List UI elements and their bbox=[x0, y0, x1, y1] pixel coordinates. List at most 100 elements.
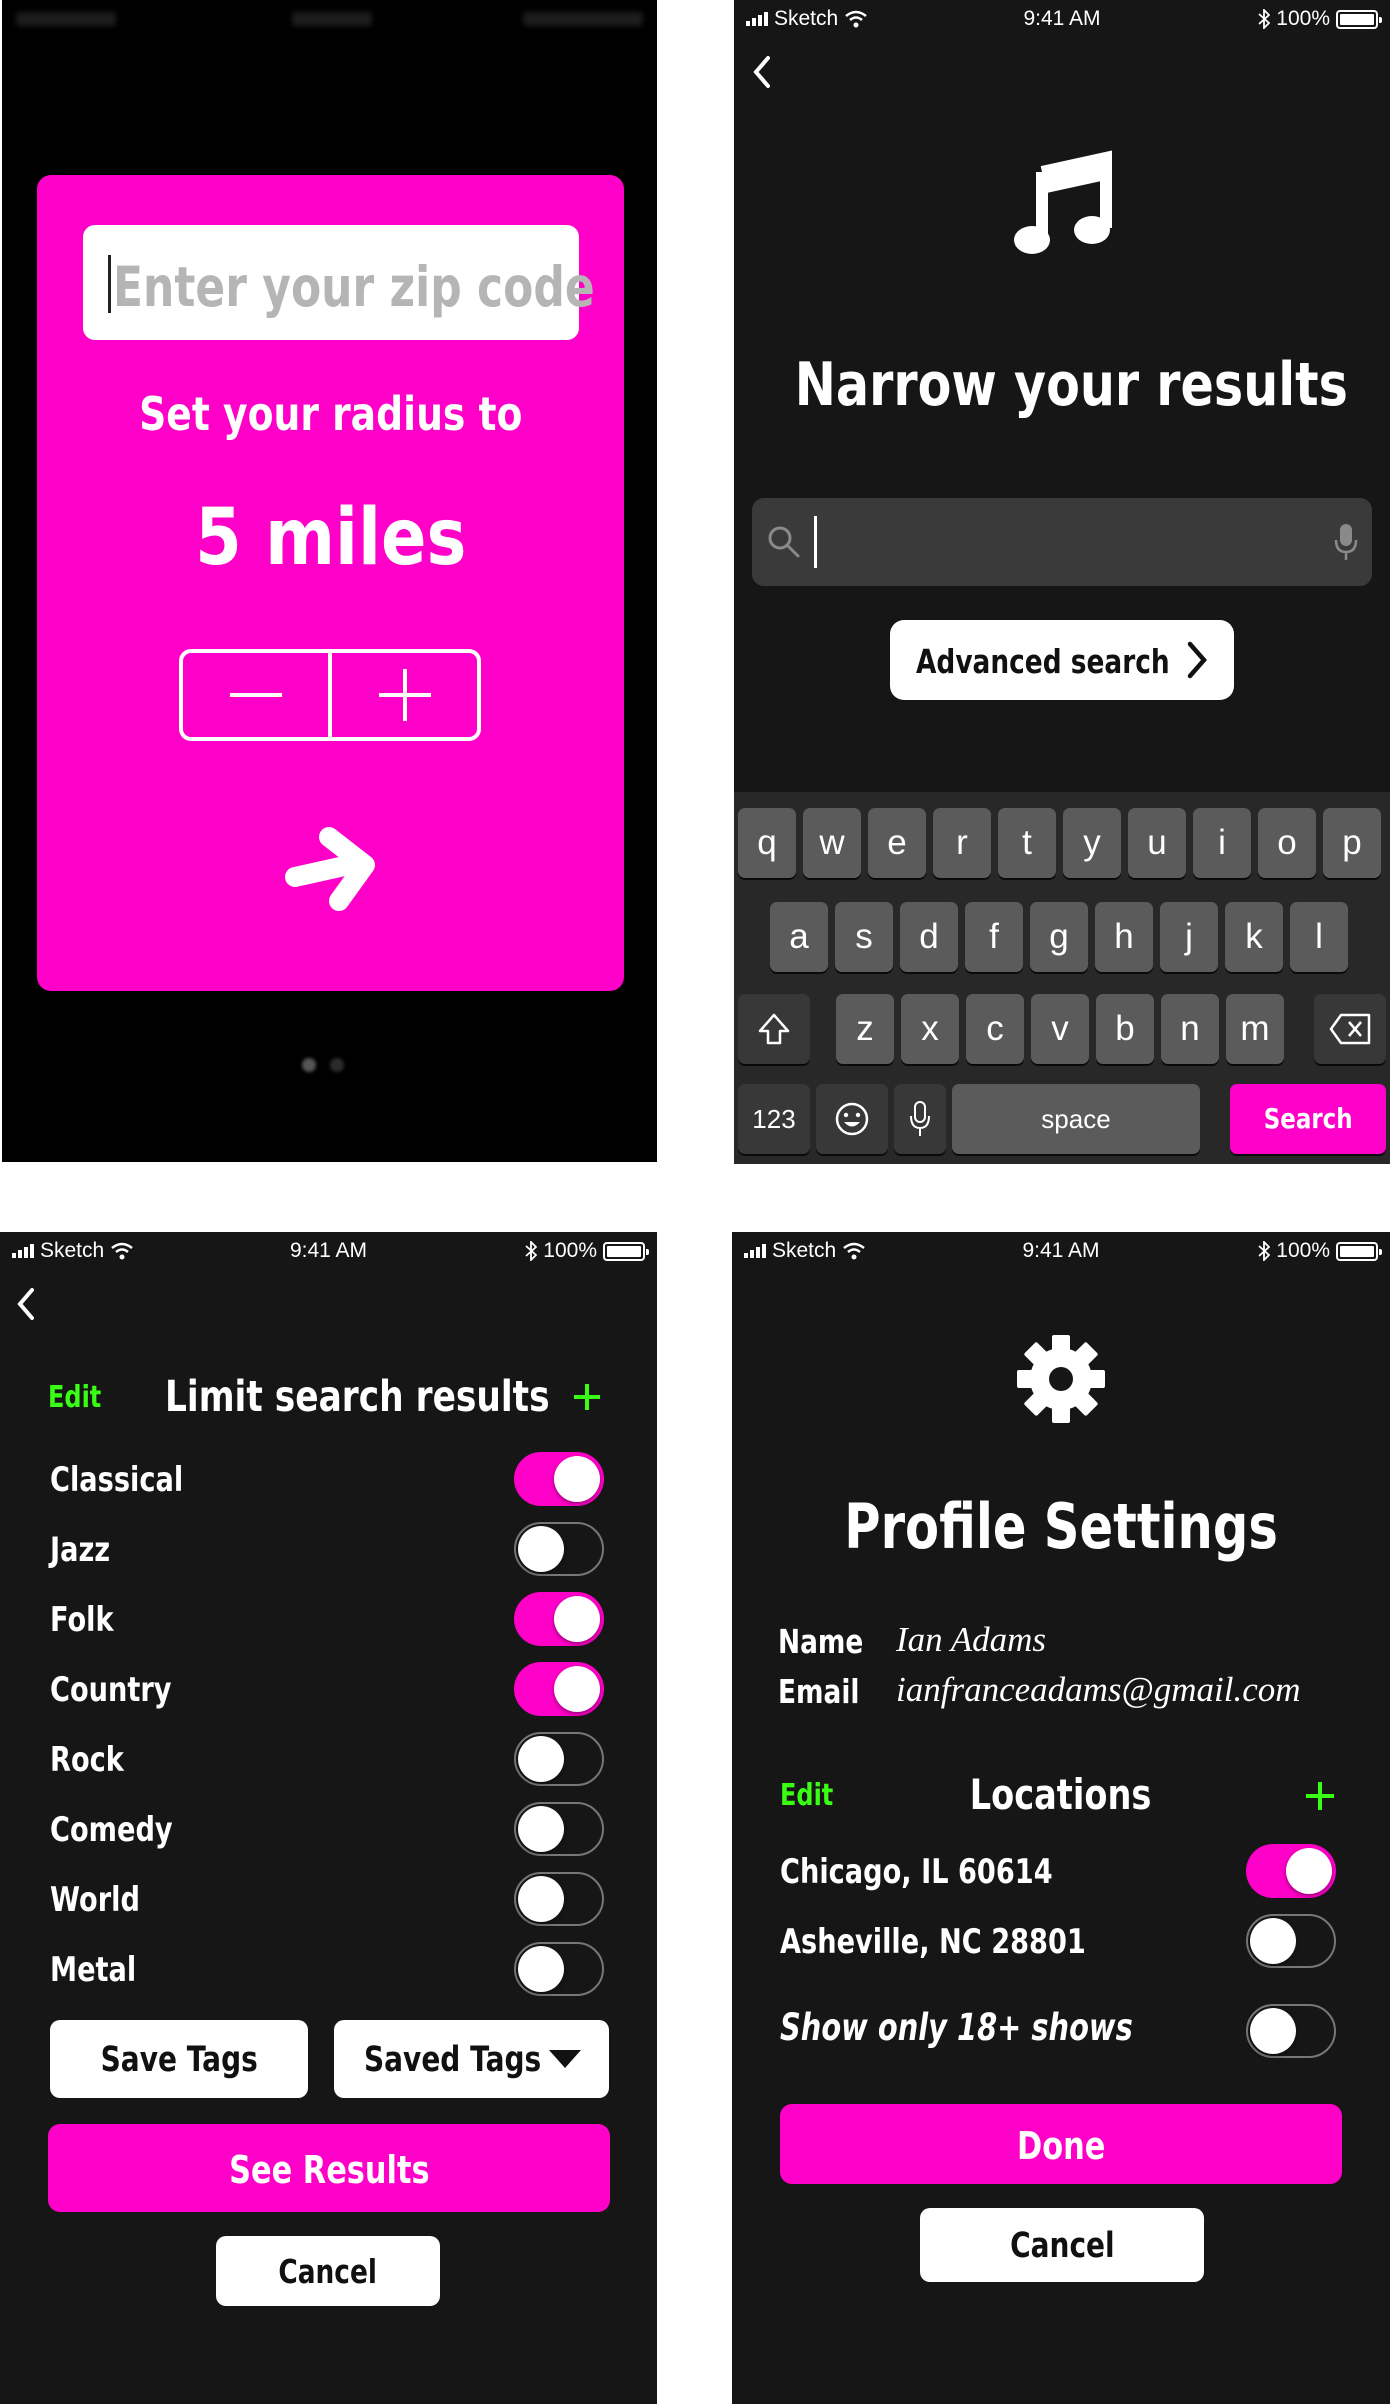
space-key[interactable]: space bbox=[952, 1084, 1200, 1154]
key-r[interactable]: r bbox=[933, 808, 991, 878]
shift-key[interactable] bbox=[738, 994, 810, 1064]
battery-label: 100% bbox=[1276, 1239, 1330, 1262]
decrease-radius-button[interactable] bbox=[183, 653, 332, 737]
key-u[interactable]: u bbox=[1128, 808, 1186, 878]
status-bar: Sketch 9:41 AM 100% bbox=[732, 1232, 1390, 1272]
see-results-button[interactable]: See Results bbox=[48, 2124, 610, 2212]
location-toggle[interactable] bbox=[1246, 1914, 1336, 1968]
genre-toggle[interactable] bbox=[514, 1522, 604, 1576]
saved-tags-label: Saved Tags bbox=[364, 2040, 542, 2080]
next-button[interactable] bbox=[277, 815, 387, 925]
emoji-key[interactable] bbox=[816, 1084, 888, 1154]
cancel-label: Cancel bbox=[278, 2252, 378, 2291]
key-w[interactable]: w bbox=[803, 808, 861, 878]
key-g[interactable]: g bbox=[1030, 902, 1088, 972]
profile-title-wrap: Profile Settings bbox=[732, 1490, 1390, 1563]
filter-title: Limit search results bbox=[165, 1372, 550, 1422]
key-d[interactable]: d bbox=[900, 902, 958, 972]
back-button[interactable] bbox=[744, 50, 784, 94]
key-p[interactable]: p bbox=[1323, 808, 1381, 878]
microphone-icon bbox=[910, 1101, 930, 1136]
status-bar: Sketch 9:41 AM 100% bbox=[734, 0, 1390, 40]
key-i[interactable]: i bbox=[1193, 808, 1251, 878]
key-o[interactable]: o bbox=[1258, 808, 1316, 878]
key-l[interactable]: l bbox=[1290, 902, 1348, 972]
key-q[interactable]: q bbox=[738, 808, 796, 878]
search-icon bbox=[768, 526, 800, 558]
genre-toggle[interactable] bbox=[514, 1662, 604, 1716]
chevron-left-icon bbox=[753, 56, 770, 88]
key-a[interactable]: a bbox=[770, 902, 828, 972]
name-value[interactable]: Ian Adams bbox=[896, 1620, 1046, 1660]
search-key-label: Search bbox=[1263, 1102, 1353, 1135]
genre-toggle[interactable] bbox=[514, 1802, 604, 1856]
microphone-icon[interactable] bbox=[1334, 522, 1358, 562]
add-tag-button[interactable] bbox=[572, 1382, 602, 1412]
key-y[interactable]: y bbox=[1063, 808, 1121, 878]
zip-input[interactable]: Enter your zip code bbox=[83, 225, 595, 340]
save-tags-button[interactable]: Save Tags bbox=[50, 2020, 308, 2098]
cancel-button[interactable]: Cancel bbox=[920, 2208, 1204, 2282]
genre-toggle[interactable] bbox=[514, 1942, 604, 1996]
done-button[interactable]: Done bbox=[780, 2104, 1342, 2184]
locations-title: Locations bbox=[970, 1770, 1152, 1819]
email-value[interactable]: ianfranceadams@gmail.com bbox=[896, 1670, 1301, 1710]
location-toggle[interactable] bbox=[1246, 1844, 1336, 1898]
search-screen: Sketch 9:41 AM 100% Narrow your results … bbox=[734, 0, 1390, 1164]
battery-icon bbox=[1336, 1241, 1382, 1261]
key-f[interactable]: f bbox=[965, 902, 1023, 972]
back-button[interactable] bbox=[8, 1282, 48, 1326]
location-label: Asheville, NC 28801 bbox=[780, 1922, 1086, 1962]
gear-icon bbox=[1017, 1335, 1105, 1423]
page-indicator bbox=[302, 1058, 344, 1072]
key-v[interactable]: v bbox=[1031, 994, 1089, 1064]
key-j[interactable]: j bbox=[1160, 902, 1218, 972]
saved-tags-dropdown[interactable]: Saved Tags bbox=[334, 2020, 609, 2098]
edit-button[interactable]: Edit bbox=[48, 1380, 101, 1415]
chevron-right-icon bbox=[1187, 641, 1207, 679]
genre-label: Jazz bbox=[50, 1530, 111, 1570]
genre-toggle[interactable] bbox=[514, 1452, 604, 1506]
plus-icon bbox=[574, 1384, 600, 1410]
search-input[interactable] bbox=[752, 498, 1372, 586]
cancel-button[interactable]: Cancel bbox=[216, 2236, 440, 2306]
add-location-button[interactable] bbox=[1304, 1780, 1336, 1812]
adult-shows-toggle[interactable] bbox=[1246, 2004, 1336, 2058]
genre-toggle[interactable] bbox=[514, 1872, 604, 1926]
page-dot bbox=[330, 1058, 344, 1072]
battery-icon bbox=[1336, 9, 1382, 29]
genre-toggle[interactable] bbox=[514, 1732, 604, 1786]
key-h[interactable]: h bbox=[1095, 902, 1153, 972]
key-b[interactable]: b bbox=[1096, 994, 1154, 1064]
key-m[interactable]: m bbox=[1226, 994, 1284, 1064]
genre-toggle[interactable] bbox=[514, 1592, 604, 1646]
locations-title-wrap: Locations bbox=[732, 1770, 1390, 1819]
advanced-search-button[interactable]: Advanced search bbox=[890, 620, 1234, 700]
search-title: Narrow your results bbox=[794, 350, 1348, 420]
text-cursor bbox=[814, 516, 817, 568]
status-bar: Sketch 9:41 AM 100% bbox=[0, 1232, 657, 1272]
numbers-key[interactable]: 123 bbox=[738, 1084, 810, 1154]
see-results-label: See Results bbox=[228, 2148, 430, 2192]
dictation-key[interactable] bbox=[894, 1084, 946, 1154]
plus-icon bbox=[378, 669, 431, 721]
key-c[interactable]: c bbox=[966, 994, 1024, 1064]
battery-icon bbox=[603, 1241, 649, 1261]
key-s[interactable]: s bbox=[835, 902, 893, 972]
keyboard: qwertyuiop asdfghjkl zxcvbnm 123 space S… bbox=[734, 792, 1390, 1164]
delete-key[interactable] bbox=[1314, 994, 1386, 1064]
cancel-label: Cancel bbox=[1009, 2226, 1115, 2266]
key-z[interactable]: z bbox=[836, 994, 894, 1064]
increase-radius-button[interactable] bbox=[332, 653, 477, 737]
key-x[interactable]: x bbox=[901, 994, 959, 1064]
key-n[interactable]: n bbox=[1161, 994, 1219, 1064]
plus-icon bbox=[1306, 1782, 1334, 1810]
key-k[interactable]: k bbox=[1225, 902, 1283, 972]
key-t[interactable]: t bbox=[998, 808, 1056, 878]
battery-label: 100% bbox=[543, 1239, 597, 1262]
search-key[interactable]: Search bbox=[1230, 1084, 1386, 1154]
profile-title: Profile Settings bbox=[844, 1490, 1278, 1563]
email-label: Email bbox=[778, 1672, 860, 1711]
key-e[interactable]: e bbox=[868, 808, 926, 878]
page-dot-active bbox=[302, 1058, 316, 1072]
